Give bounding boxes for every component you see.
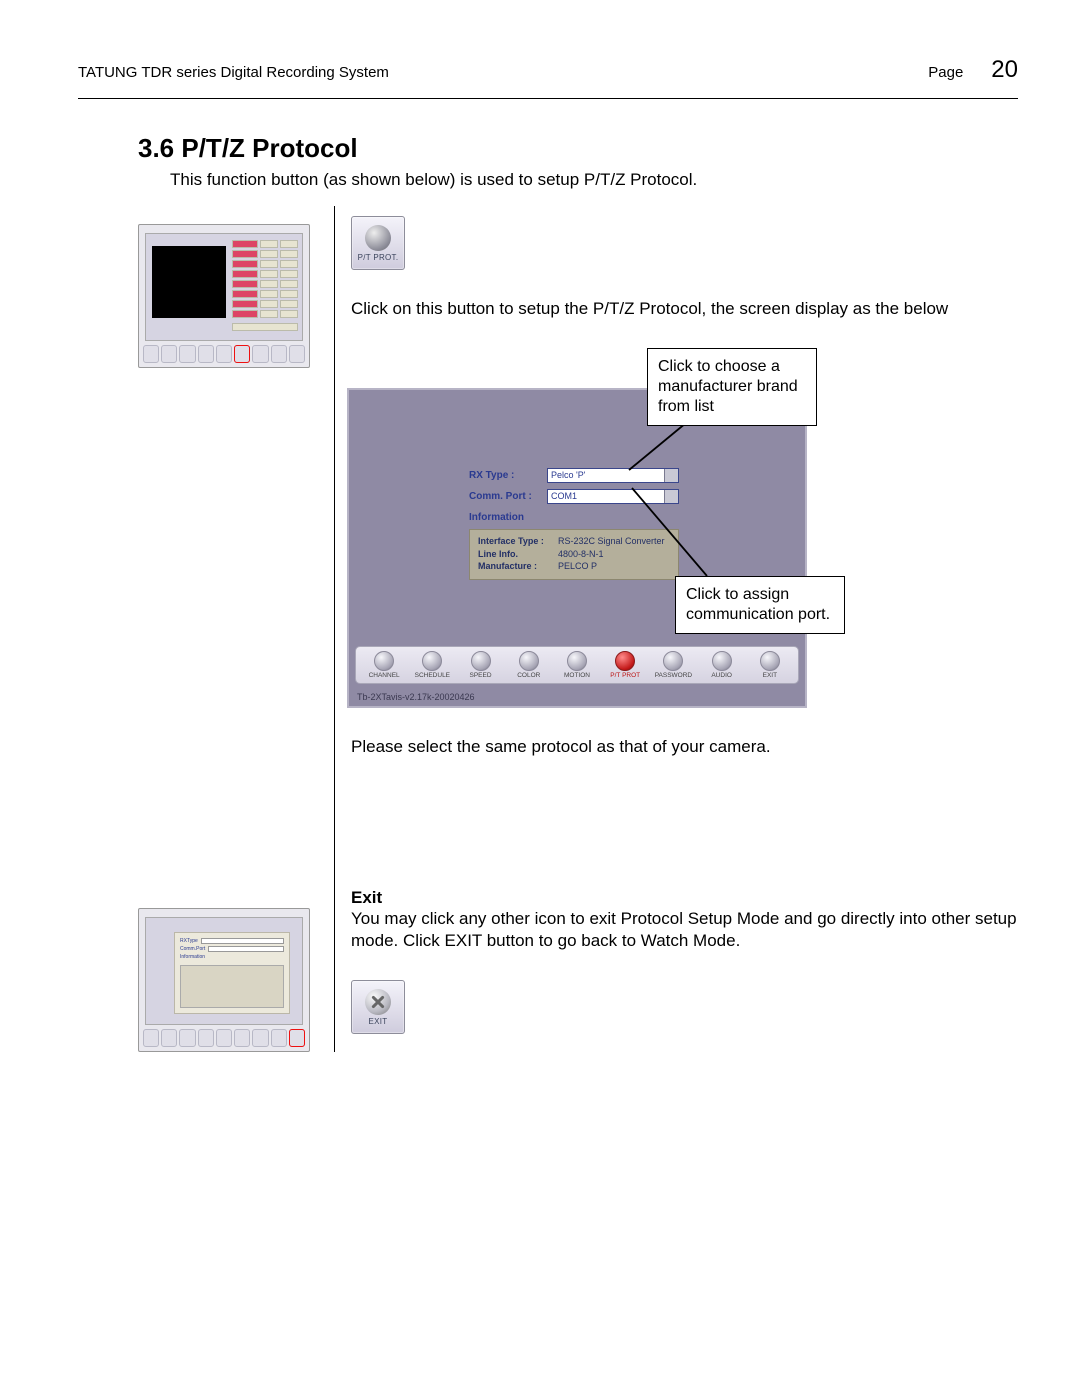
ptprot-button[interactable]: P/T PROT. [351, 216, 405, 270]
vertical-divider [334, 206, 335, 1052]
toolbar-schedule-button[interactable]: SCHEDULE [411, 651, 453, 679]
section-intro: This function button (as shown below) is… [170, 170, 1018, 190]
doc-title: TATUNG TDR series Digital Recording Syst… [78, 64, 389, 81]
color-icon [519, 651, 539, 671]
speed-icon [471, 651, 491, 671]
ptprot-button-label: P/T PROT. [358, 253, 399, 262]
thumbnail-protocol-setup: RXType Comm.Port Information [138, 908, 310, 1052]
toolbar-speed-button[interactable]: SPEED [460, 651, 502, 679]
toolbar-ptprot-button[interactable]: P/T PROT [604, 651, 646, 679]
ptz-protocol-screenshot: Click to choose a manufacturer brand fro… [347, 348, 807, 708]
toolbar-channel-button[interactable]: CHANNEL [363, 651, 405, 679]
exit-icon [760, 651, 780, 671]
info-interface-val: RS-232C Signal Converter [558, 536, 670, 548]
toolbar-color-button[interactable]: COLOR [508, 651, 550, 679]
ptprot-toolbar-highlight-icon [234, 345, 250, 363]
toolbar-motion-label: MOTION [564, 672, 590, 679]
section-title: 3.6 P/T/Z Protocol [138, 133, 1018, 164]
schedule-icon [422, 651, 442, 671]
paragraph-click-button: Click on this button to setup the P/T/Z … [351, 298, 1018, 320]
paragraph-same-protocol: Please select the same protocol as that … [351, 736, 1018, 758]
toolbar-exit-label: EXIT [763, 672, 777, 679]
channel-icon [374, 651, 394, 671]
toolbar-color-label: COLOR [517, 672, 540, 679]
information-box: Interface Type : RS-232C Signal Converte… [469, 529, 679, 580]
exit-button-label: EXIT [369, 1017, 388, 1026]
toolbar-schedule-label: SCHEDULE [415, 672, 450, 679]
ptprot-icon [615, 651, 635, 671]
toolbar-password-label: PASSWORD [655, 672, 692, 679]
status-bar: Tb-2XTavis-v2.17k-20020426 [357, 692, 475, 702]
page-number: 20 [991, 56, 1018, 84]
info-line-val: 4800-8-N-1 [558, 549, 670, 561]
comm-port-label: Comm. Port : [469, 491, 539, 502]
toolbar-channel-label: CHANNEL [369, 672, 400, 679]
toolbar-ptprot-label: P/T PROT [610, 672, 640, 679]
paragraph-exit: You may click any other icon to exit Pro… [351, 908, 1018, 952]
exit-subheading: Exit [351, 888, 1018, 908]
page-label: Page [928, 64, 963, 81]
toolbar-password-button[interactable]: PASSWORD [652, 651, 694, 679]
toolbar-motion-button[interactable]: MOTION [556, 651, 598, 679]
thumbnail-channel-setup [138, 224, 310, 368]
exit-button[interactable]: EXIT [351, 980, 405, 1034]
info-line-key: Line Info. [478, 549, 558, 561]
password-icon [663, 651, 683, 671]
motion-icon [567, 651, 587, 671]
toolbar-speed-label: SPEED [470, 672, 492, 679]
info-manu-key: Manufacture : [478, 561, 558, 573]
callout-assign-port: Click to assign communication port. [675, 576, 845, 634]
page-header: TATUNG TDR series Digital Recording Syst… [78, 56, 1018, 99]
toolbar-exit-button[interactable]: EXIT [749, 651, 791, 679]
info-manu-val: PELCO P [558, 561, 670, 573]
camera-dome-icon [365, 225, 391, 251]
audio-icon [712, 651, 732, 671]
info-interface-key: Interface Type : [478, 536, 558, 548]
close-icon [365, 989, 391, 1015]
exit-toolbar-highlight-icon [289, 1029, 305, 1047]
comm-port-dropdown[interactable]: COM1 [547, 489, 679, 504]
toolbar-audio-button[interactable]: AUDIO [701, 651, 743, 679]
rx-type-label: RX Type : [469, 470, 539, 481]
information-label: Information [469, 512, 679, 523]
setup-toolbar: CHANNEL SCHEDULE SPEED COLOR MOTION P/T PROT P… [355, 646, 799, 684]
toolbar-audio-label: AUDIO [711, 672, 732, 679]
callout-choose-brand: Click to choose a manufacturer brand fro… [647, 348, 817, 426]
rx-type-dropdown[interactable]: Pelco 'P' [547, 468, 679, 483]
